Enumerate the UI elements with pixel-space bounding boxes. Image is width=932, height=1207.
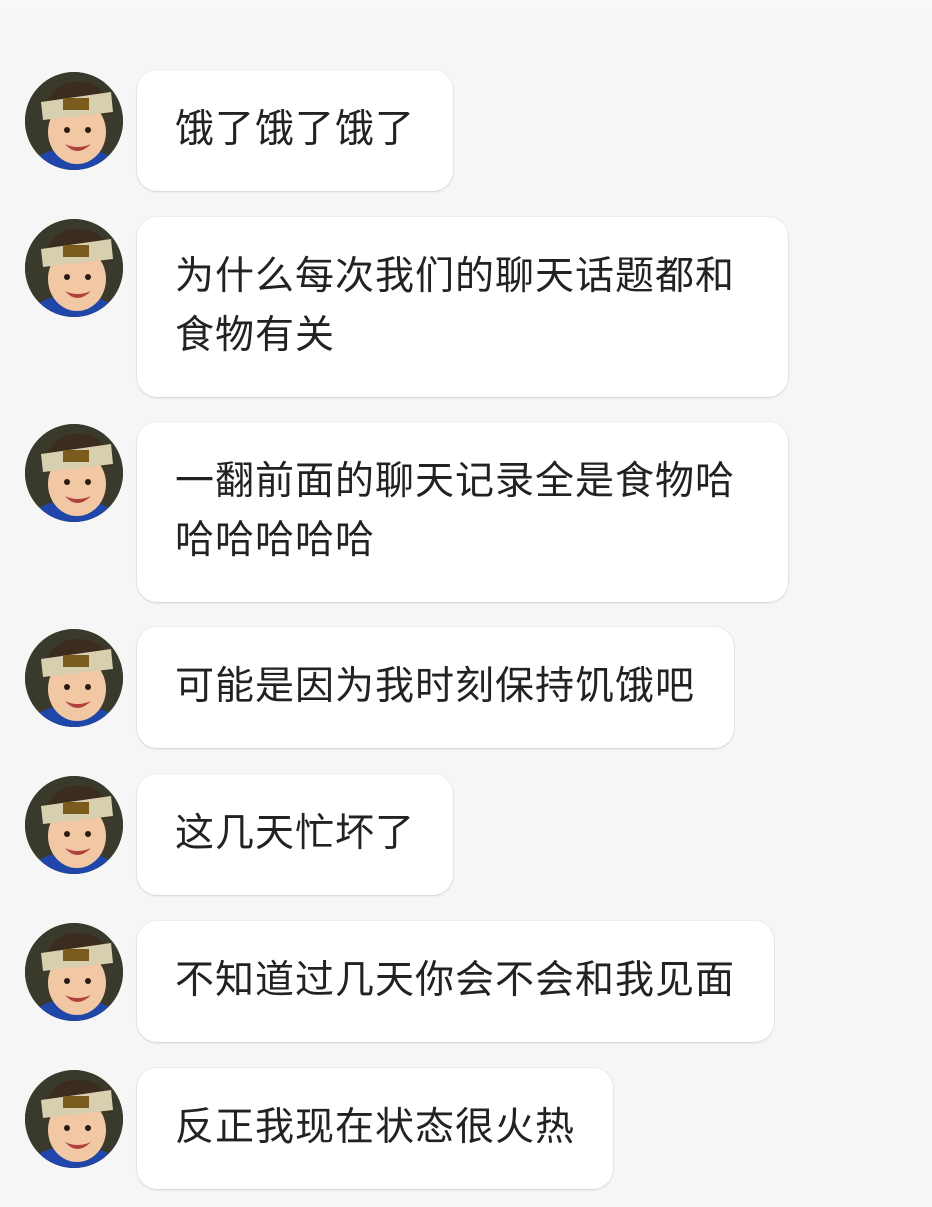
top-bar xyxy=(0,0,932,56)
child-avatar-icon xyxy=(25,923,123,1021)
message-bubble[interactable]: 这几天忙坏了 xyxy=(137,774,453,895)
message-bubble[interactable]: 可能是因为我时刻保持饥饿吧 xyxy=(137,627,734,748)
message-bubble[interactable]: 一翻前面的聊天记录全是食物哈哈哈哈哈哈 xyxy=(137,422,788,602)
contact-avatar[interactable] xyxy=(25,923,123,1021)
child-avatar-icon xyxy=(25,629,123,727)
child-avatar-icon xyxy=(25,1070,123,1168)
message-bubble[interactable]: 反正我现在状态很火热 xyxy=(137,1068,613,1189)
message-text: 不知道过几天你会不会和我见面 xyxy=(175,958,736,1003)
child-avatar-icon xyxy=(25,424,123,522)
message-text: 为什么每次我们的聊天话题都和食物有关 xyxy=(175,254,736,358)
contact-avatar[interactable] xyxy=(25,72,123,170)
message-text: 饿了饿了饿了 xyxy=(175,107,416,152)
contact-avatar[interactable] xyxy=(25,219,123,317)
child-avatar-icon xyxy=(25,219,123,317)
message-bubble[interactable]: 为什么每次我们的聊天话题都和食物有关 xyxy=(137,217,788,397)
child-avatar-icon xyxy=(25,776,123,874)
message-text: 反正我现在状态很火热 xyxy=(175,1105,576,1150)
contact-avatar[interactable] xyxy=(25,776,123,874)
message-bubble[interactable]: 饿了饿了饿了 xyxy=(137,70,453,191)
contact-avatar[interactable] xyxy=(25,1070,123,1168)
contact-avatar[interactable] xyxy=(25,424,123,522)
child-avatar-icon xyxy=(25,72,123,170)
message-text: 这几天忙坏了 xyxy=(175,811,416,856)
message-bubble[interactable]: 不知道过几天你会不会和我见面 xyxy=(137,921,774,1042)
message-text: 一翻前面的聊天记录全是食物哈哈哈哈哈哈 xyxy=(175,459,736,563)
message-text: 可能是因为我时刻保持饥饿吧 xyxy=(175,664,696,709)
contact-avatar[interactable] xyxy=(25,629,123,727)
